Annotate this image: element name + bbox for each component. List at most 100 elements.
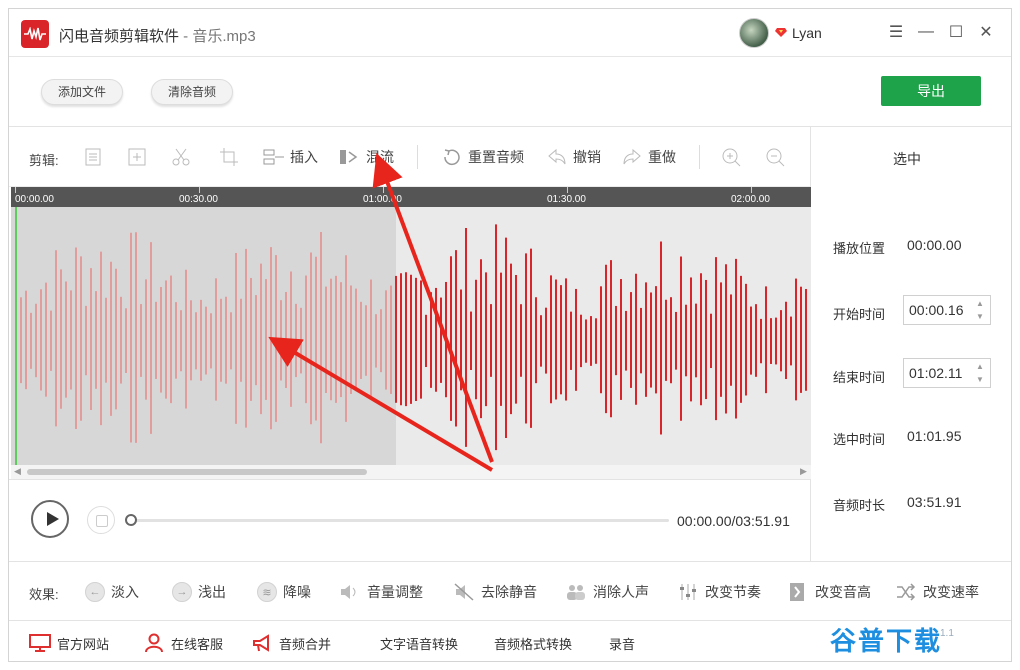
remove-silence-label: 去除静音 xyxy=(481,584,537,600)
duration-value: 03:51.91 xyxy=(907,494,962,510)
insert-label: 插入 xyxy=(290,149,318,165)
fade-out-icon: → xyxy=(172,582,192,602)
pitch-icon xyxy=(790,583,804,601)
record-label: 录音 xyxy=(609,636,636,652)
start-time-input[interactable]: 00:00.16 ▲ ▼ xyxy=(903,295,991,325)
crop-icon[interactable] xyxy=(219,147,239,167)
insert-button[interactable]: 插入 xyxy=(263,146,318,168)
ruler-tick xyxy=(751,187,752,193)
audio-merge-link[interactable]: 音频合并 xyxy=(251,633,331,653)
spin-down-icon[interactable]: ▼ xyxy=(976,312,986,321)
shuffle-icon xyxy=(897,583,916,601)
mix-button[interactable]: 混流 xyxy=(339,146,394,168)
scroll-right-icon[interactable]: ▶ xyxy=(800,466,807,477)
fade-out-label: 浅出 xyxy=(198,584,226,600)
maximize-icon[interactable]: ☐ xyxy=(947,23,965,41)
undo-icon xyxy=(548,148,566,165)
reset-label: 重置音频 xyxy=(468,149,524,165)
export-button[interactable]: 导出 xyxy=(881,76,981,106)
add-file-button[interactable]: 添加文件 xyxy=(41,79,124,105)
playback-progress-knob[interactable] xyxy=(125,514,137,526)
divider xyxy=(9,561,1011,562)
toolbar-separator xyxy=(417,145,418,169)
stop-button[interactable] xyxy=(87,506,115,534)
spin-up-icon[interactable]: ▲ xyxy=(976,362,986,371)
start-time-label: 开始时间 xyxy=(833,307,886,322)
format-convert-label: 音频格式转换 xyxy=(494,636,573,652)
speed-label: 改变速率 xyxy=(923,584,979,600)
scroll-left-icon[interactable]: ◀ xyxy=(14,466,21,477)
window-title: 闪电音频剪辑软件 - 音乐.mp3 xyxy=(59,25,256,46)
redo-button[interactable]: 重做 xyxy=(621,146,676,168)
close-icon[interactable]: ✕ xyxy=(977,23,995,41)
duration-label: 音频时长 xyxy=(833,498,886,513)
zoom-out-icon[interactable] xyxy=(765,147,785,167)
tts-label: 文字语音转换 xyxy=(380,636,459,652)
minimize-icon[interactable]: — xyxy=(917,23,935,41)
reset-audio-button[interactable]: 重置音频 xyxy=(441,146,524,168)
zoom-in-icon[interactable] xyxy=(721,147,741,167)
spin-up-icon[interactable]: ▲ xyxy=(976,299,986,308)
tempo-button[interactable]: 改变节奏 xyxy=(677,581,761,603)
volume-button[interactable]: 音量调整 xyxy=(339,581,423,603)
sliders-icon xyxy=(680,584,696,600)
fade-in-button[interactable]: ← 淡入 xyxy=(85,581,139,603)
playback-progress-track[interactable] xyxy=(131,519,669,522)
online-support-link[interactable]: 在线客服 xyxy=(143,633,223,653)
title-bar: 闪电音频剪辑软件 - 音乐.mp3 Lyan ☰ — ☐ ✕ xyxy=(9,9,1011,57)
timeline-ruler[interactable]: 00:00.00 00:30.00 01:00.00 01:30.00 02:0… xyxy=(11,187,811,207)
vip-diamond-icon xyxy=(775,28,787,37)
paste-icon[interactable] xyxy=(127,147,147,167)
official-website-link[interactable]: 官方网站 xyxy=(29,633,109,653)
end-time-input[interactable]: 01:02.11 ▲ ▼ xyxy=(903,358,991,388)
remove-vocals-button[interactable]: 消除人声 xyxy=(565,581,649,603)
watermark-sub: 1.1 xyxy=(940,628,954,639)
spin-down-icon[interactable]: ▼ xyxy=(976,375,986,384)
format-convert-link[interactable]: 音频格式转换 xyxy=(494,633,572,653)
user-icon xyxy=(145,633,163,653)
user-name[interactable]: Lyan xyxy=(792,25,822,41)
cut-icon[interactable] xyxy=(171,147,191,167)
speed-button[interactable]: 改变速率 xyxy=(895,581,979,603)
reset-icon xyxy=(444,149,460,166)
ruler-label: 00:00.00 xyxy=(15,194,54,205)
playhead[interactable] xyxy=(15,207,17,465)
copy-icon[interactable] xyxy=(83,147,103,167)
app-name: 闪电音频剪辑软件 xyxy=(59,28,180,45)
denoise-label: 降噪 xyxy=(283,584,311,600)
denoise-button[interactable]: ≋ 降噪 xyxy=(257,581,311,603)
ruler-tick xyxy=(199,187,200,193)
online-support-label: 在线客服 xyxy=(171,636,224,652)
effects-label: 效果: xyxy=(29,587,59,602)
pitch-button[interactable]: 改变音高 xyxy=(787,581,871,603)
waveform xyxy=(20,224,807,451)
waveform-area[interactable] xyxy=(11,207,811,465)
divider xyxy=(9,479,810,480)
scroll-thumb[interactable] xyxy=(27,469,367,475)
ruler-tick xyxy=(15,187,16,193)
undo-label: 撤销 xyxy=(573,149,601,165)
play-button[interactable] xyxy=(31,500,69,538)
ruler-label: 01:00.00 xyxy=(363,194,402,205)
play-position-label: 播放位置 xyxy=(833,241,886,256)
divider xyxy=(9,126,1011,127)
play-position-value: 00:00.00 xyxy=(907,237,962,253)
tts-link[interactable]: 文字语音转换 xyxy=(380,633,458,653)
volume-label: 音量调整 xyxy=(367,584,423,600)
menu-icon[interactable]: ☰ xyxy=(887,23,905,41)
undo-button[interactable]: 撤销 xyxy=(546,146,601,168)
selection-panel-title: 选中 xyxy=(893,151,921,167)
remove-vocals-label: 消除人声 xyxy=(593,584,649,600)
fade-out-button[interactable]: → 浅出 xyxy=(172,581,226,603)
record-link[interactable]: 录音 xyxy=(609,633,635,653)
avatar[interactable] xyxy=(739,18,769,48)
mute-icon xyxy=(454,583,474,601)
title-separator: - xyxy=(179,28,193,45)
clear-audio-button[interactable]: 清除音频 xyxy=(151,79,234,105)
time-readout: 00:00.00/03:51.91 xyxy=(677,513,790,529)
fade-in-icon: ← xyxy=(85,582,105,602)
megaphone-icon xyxy=(253,634,269,652)
timeline-scrollbar[interactable]: ◀ ▶ xyxy=(11,465,811,479)
redo-icon xyxy=(623,148,641,165)
remove-silence-button[interactable]: 去除静音 xyxy=(453,581,537,603)
